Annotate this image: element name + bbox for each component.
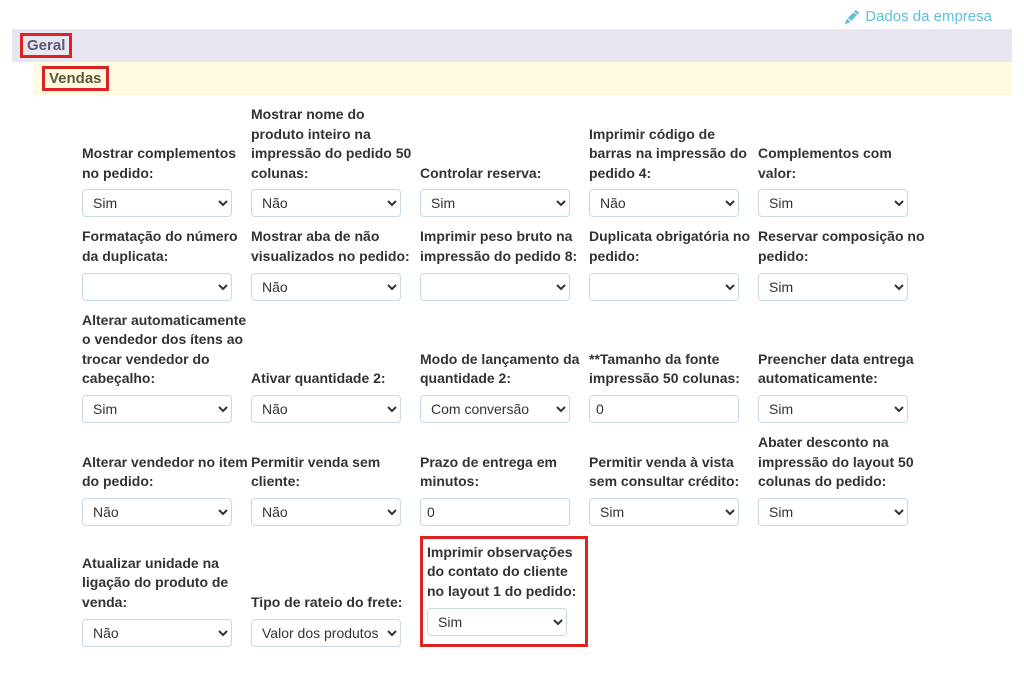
field-nome-produto-inteiro: Mostrar nome do produto inteiro na impre…: [251, 105, 419, 217]
select-modo-lancamento-qtd2[interactable]: Com conversão: [420, 395, 570, 423]
field-complementos-valor: Complementos com valor: Sim: [758, 105, 926, 217]
select-reservar-composicao[interactable]: Sim: [758, 273, 908, 301]
label: Mostrar nome do produto inteiro na impre…: [251, 105, 419, 183]
select-venda-avista[interactable]: Sim: [589, 498, 739, 526]
select-codigo-barras[interactable]: Não: [589, 189, 739, 217]
label: Permitir venda à vista sem consultar cré…: [589, 453, 757, 492]
label: Preencher data entrega automaticamente:: [758, 350, 926, 389]
label: Abater desconto na impressão do layout 5…: [758, 433, 926, 492]
field-duplicata-obrigatoria: Duplicata obrigatória no pedido:: [589, 227, 757, 300]
select-tipo-rateio[interactable]: Valor dos produtos: [251, 619, 401, 647]
input-prazo-entrega[interactable]: [420, 498, 570, 526]
field-tipo-rateio: Tipo de rateio do frete: Valor dos produ…: [251, 536, 419, 647]
tab-vendas[interactable]: Vendas: [34, 62, 1012, 95]
label: Duplicata obrigatória no pedido:: [589, 227, 757, 266]
select-mostrar-complementos[interactable]: Sim: [82, 189, 232, 217]
select-atualizar-unidade[interactable]: Não: [82, 619, 232, 647]
tab-geral[interactable]: Geral: [12, 29, 1012, 62]
field-controlar-reserva: Controlar reserva: Sim: [420, 105, 588, 217]
field-data-entrega: Preencher data entrega automaticamente: …: [758, 311, 926, 423]
field-abater-desconto: Abater desconto na impressão do layout 5…: [758, 433, 926, 526]
edit-icon: [845, 10, 859, 24]
field-modo-lancamento-qtd2: Modo de lançamento da quantidade 2: Com …: [420, 311, 588, 423]
label: Complementos com valor:: [758, 144, 926, 183]
select-data-entrega[interactable]: Sim: [758, 395, 908, 423]
select-alterar-vendedor-itens[interactable]: Sim: [82, 395, 232, 423]
select-nome-produto-inteiro[interactable]: Não: [251, 189, 401, 217]
label: **Tamanho da fonte impressão 50 colunas:: [589, 350, 757, 389]
field-imprimir-observacoes: Imprimir observações do contato do clien…: [420, 536, 588, 647]
select-venda-sem-cliente[interactable]: Não: [251, 498, 401, 526]
label: Formatação do número da duplicata:: [82, 227, 250, 266]
label: Imprimir observações do contato do clien…: [427, 543, 581, 602]
label: Imprimir código de barras na impressão d…: [589, 125, 757, 184]
field-aba-nao-visualizados: Mostrar aba de não visualizados no pedid…: [251, 227, 419, 300]
label: Modo de lançamento da quantidade 2:: [420, 350, 588, 389]
spacer: [757, 536, 925, 657]
tab-vendas-label: Vendas: [42, 66, 109, 91]
select-abater-desconto[interactable]: Sim: [758, 498, 908, 526]
label: Imprimir peso bruto na impressão do pedi…: [420, 227, 588, 266]
field-tamanho-fonte: **Tamanho da fonte impressão 50 colunas:: [589, 311, 757, 423]
field-formatacao-duplicata: Formatação do número da duplicata:: [82, 227, 250, 300]
field-alterar-vendedor-item: Alterar vendedor no item do pedido: Não: [82, 433, 250, 526]
label: Permitir venda sem cliente:: [251, 453, 419, 492]
field-peso-bruto: Imprimir peso bruto na impressão do pedi…: [420, 227, 588, 300]
label: Atualizar unidade na ligação do produto …: [82, 554, 250, 613]
dados-empresa-link[interactable]: Dados da empresa: [12, 0, 1012, 29]
label: Prazo de entrega em minutos:: [420, 453, 588, 492]
settings-grid: Mostrar complementos no pedido: Sim Most…: [12, 105, 1012, 657]
field-venda-avista: Permitir venda à vista sem consultar cré…: [589, 433, 757, 526]
field-atualizar-unidade: Atualizar unidade na ligação do produto …: [82, 536, 250, 647]
label: Mostrar aba de não visualizados no pedid…: [251, 227, 419, 266]
label: Alterar vendedor no item do pedido:: [82, 453, 250, 492]
select-ativar-qtd2[interactable]: Não: [251, 395, 401, 423]
field-reservar-composicao: Reservar composição no pedido: Sim: [758, 227, 926, 300]
label: Ativar quantidade 2:: [251, 369, 419, 389]
label: Tipo de rateio do frete:: [251, 593, 419, 613]
dados-empresa-text[interactable]: Dados da empresa: [865, 8, 992, 25]
select-imprimir-observacoes[interactable]: Sim: [427, 608, 567, 636]
field-venda-sem-cliente: Permitir venda sem cliente: Não: [251, 433, 419, 526]
select-peso-bruto[interactable]: [420, 273, 570, 301]
select-controlar-reserva[interactable]: Sim: [420, 189, 570, 217]
select-duplicata-obrigatoria[interactable]: [589, 273, 739, 301]
tab-geral-label: Geral: [20, 33, 72, 58]
field-alterar-vendedor-itens: Alterar automaticamente o vendedor dos í…: [82, 311, 250, 423]
label: Controlar reserva:: [420, 164, 588, 184]
field-ativar-qtd2: Ativar quantidade 2: Não: [251, 311, 419, 423]
spacer: [589, 536, 757, 657]
select-alterar-vendedor-item[interactable]: Não: [82, 498, 232, 526]
select-aba-nao-visualizados[interactable]: Não: [251, 273, 401, 301]
label: Reservar composição no pedido:: [758, 227, 926, 266]
select-complementos-valor[interactable]: Sim: [758, 189, 908, 217]
select-formatacao-duplicata[interactable]: [82, 273, 232, 301]
field-prazo-entrega: Prazo de entrega em minutos:: [420, 433, 588, 526]
input-tamanho-fonte[interactable]: [589, 395, 739, 423]
label: Mostrar complementos no pedido:: [82, 144, 250, 183]
field-mostrar-complementos: Mostrar complementos no pedido: Sim: [82, 105, 250, 217]
field-codigo-barras: Imprimir código de barras na impressão d…: [589, 105, 757, 217]
label: Alterar automaticamente o vendedor dos í…: [82, 311, 250, 389]
